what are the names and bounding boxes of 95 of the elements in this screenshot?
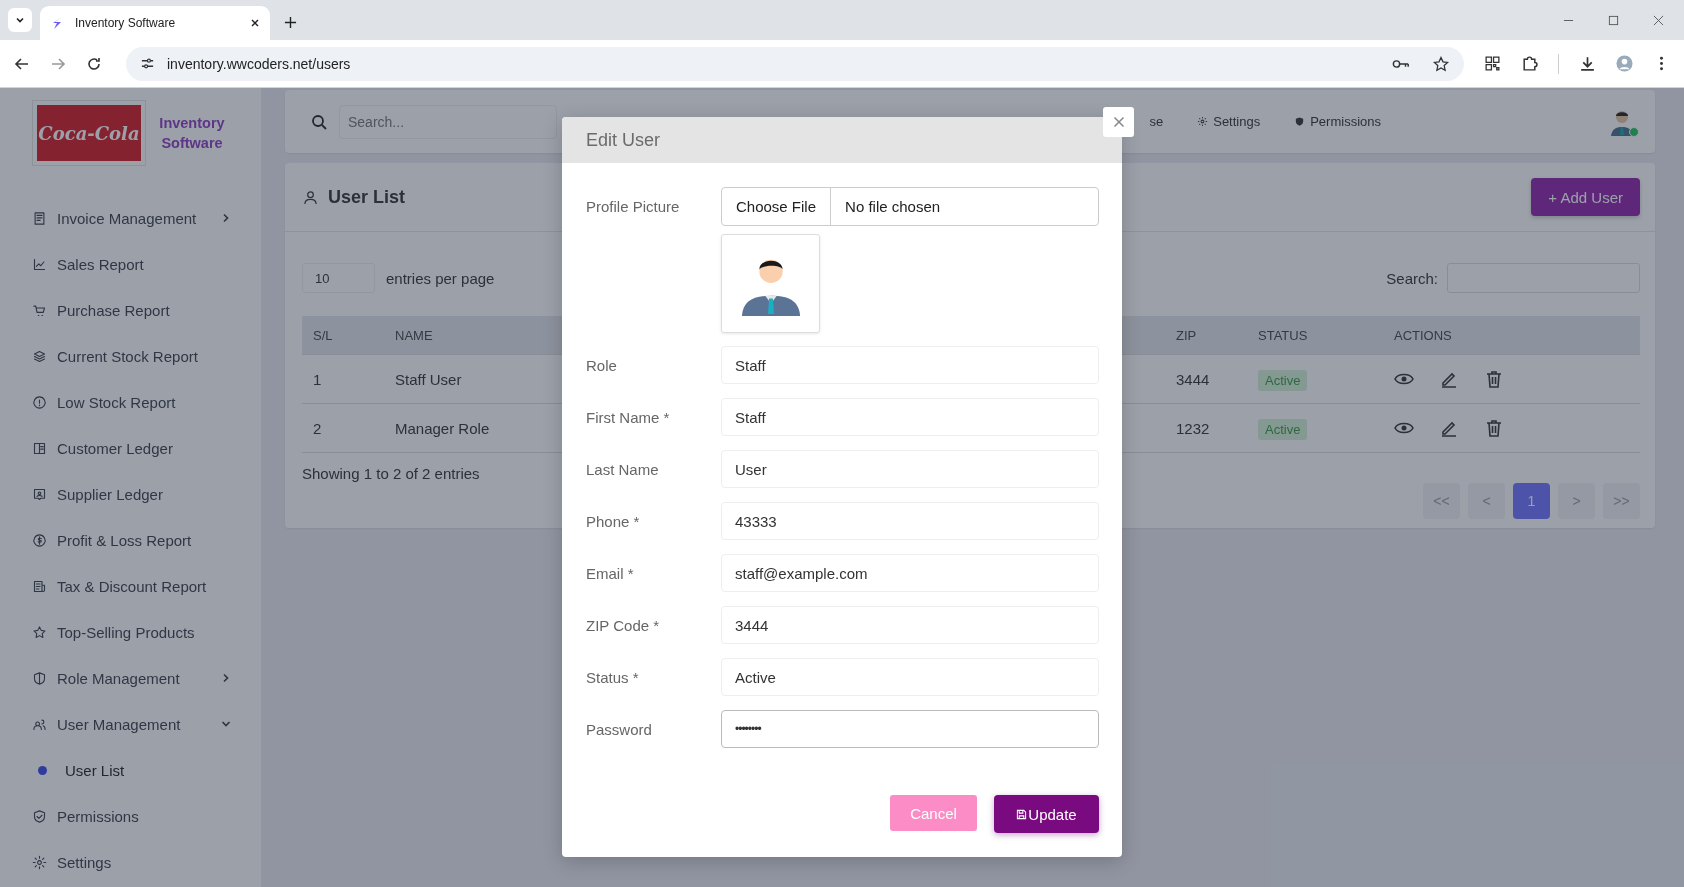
sidebar-subitem[interactable]: User List	[32, 747, 238, 793]
address-bar[interactable]: inventory.wwcoders.net/users	[126, 46, 1464, 81]
browser-tab[interactable]: Inventory Software	[40, 6, 270, 40]
column-header: ACTIONS	[1394, 327, 1453, 343]
line-chart-icon	[32, 256, 47, 272]
field-label: First Name *	[586, 408, 671, 426]
dialog-title: Edit User	[586, 129, 661, 151]
trash-icon[interactable]	[1484, 418, 1504, 438]
status-badge: Active	[1258, 418, 1308, 440]
file-input[interactable]: Choose File No file chosen	[721, 187, 1099, 226]
field-label: Status *	[586, 668, 640, 686]
status-badge: Active	[1258, 369, 1308, 391]
table-cell-text: 2	[313, 419, 323, 437]
sidebar-item[interactable]: User Management	[32, 701, 232, 747]
download-icon[interactable]	[1579, 55, 1596, 72]
star-icon[interactable]	[1432, 55, 1450, 72]
pagination-button[interactable]: 1	[1513, 483, 1550, 519]
search-icon[interactable]	[311, 113, 327, 130]
cart-icon	[32, 302, 47, 318]
sidebar-item[interactable]: Customer Ledger	[32, 425, 232, 471]
sidebar-item[interactable]: Permissions	[32, 793, 232, 839]
field-label: ZIP Code *	[586, 616, 661, 634]
input-field[interactable]: 3444	[721, 606, 1099, 644]
table-cell-text: 1232	[1176, 419, 1211, 437]
entries-label: entries per page	[386, 269, 496, 287]
nav-link[interactable]: Permissions	[1294, 114, 1381, 129]
sidebar-item[interactable]: Sales Report	[32, 241, 232, 287]
maximize-icon[interactable]	[1608, 15, 1619, 26]
layers-icon	[32, 348, 47, 364]
qr-code-icon[interactable]	[1484, 55, 1501, 72]
entries-summary: Showing 1 to 2 of 2 entries	[302, 465, 480, 482]
save-icon	[1016, 808, 1028, 820]
field-label: Profile Picture	[586, 198, 681, 215]
document-icon	[32, 210, 47, 226]
columns-icon	[32, 440, 47, 456]
url-text: inventory.wwcoders.net/users	[167, 55, 352, 72]
column-header: STATUS	[1258, 327, 1309, 343]
field-label: Password	[586, 720, 653, 738]
sidebar-item[interactable]: Current Stock Report	[32, 333, 232, 379]
shield-icon	[1294, 116, 1306, 127]
column-header: S/L	[313, 327, 334, 343]
table-cell-text: 1	[313, 370, 323, 388]
sidebar-item[interactable]: Supplier Ledger	[32, 471, 232, 517]
bullet-dot-icon	[38, 765, 47, 775]
sidebar-item[interactable]: Role Management	[32, 655, 232, 701]
plus-icon[interactable]	[284, 16, 297, 29]
close-icon[interactable]	[250, 18, 260, 28]
nav-link[interactable]: se	[1149, 114, 1164, 129]
tab-title: Inventory Software	[75, 16, 177, 30]
password-field[interactable]: ••••••••	[721, 710, 1099, 748]
card-title: User List	[328, 186, 406, 208]
shield-check-icon	[32, 808, 47, 824]
table-cell-text: Manager Role	[395, 419, 491, 437]
input-field[interactable]: User	[721, 450, 1099, 488]
site-settings-icon[interactable]	[140, 56, 155, 71]
input-field[interactable]: 43333	[721, 502, 1099, 540]
sidebar-item[interactable]: Invoice Management	[32, 195, 232, 241]
field-label: Role	[586, 356, 618, 374]
star-icon	[32, 624, 47, 640]
field-label: Email *	[586, 564, 635, 582]
sidebar-item[interactable]: Low Stock Report	[32, 379, 232, 425]
puzzle-icon[interactable]	[1521, 55, 1538, 72]
trash-icon[interactable]	[1484, 369, 1504, 389]
id-card-icon	[32, 486, 47, 502]
update-button[interactable]: Update	[994, 795, 1099, 833]
input-field[interactable]: Active	[721, 658, 1099, 696]
input-field[interactable]: staff@example.com	[721, 554, 1099, 592]
input-field[interactable]: Staff	[721, 398, 1099, 436]
add-user-button[interactable]: + Add User	[1531, 178, 1640, 216]
forward-arrow-icon[interactable]	[50, 55, 66, 72]
sidebar-item[interactable]: Top-Selling Products	[32, 609, 232, 655]
search-field[interactable]: Search...	[339, 104, 557, 139]
sidebar-item[interactable]: Settings	[32, 839, 232, 885]
shield-icon	[32, 670, 47, 686]
entries-select[interactable]: 10	[302, 263, 375, 293]
field-label: Last Name	[586, 460, 660, 478]
user-icon	[303, 189, 318, 205]
column-header: NAME	[395, 327, 434, 343]
back-arrow-icon[interactable]	[14, 55, 30, 72]
column-header: ZIP	[1176, 327, 1198, 343]
logo-text: Coca-Cola	[37, 105, 141, 161]
brand-name: Inventory Software	[158, 114, 226, 153]
sidebar-item[interactable]: Tax & Discount Report	[32, 563, 232, 609]
sidebar-item[interactable]: Purchase Report	[32, 287, 232, 333]
reload-icon[interactable]	[86, 55, 102, 72]
search-label: Search:	[1386, 269, 1438, 287]
receipt-icon	[32, 578, 47, 594]
input-field[interactable]: Staff	[721, 346, 1099, 384]
sidebar-item[interactable]: Profit & Loss Report	[32, 517, 232, 563]
table-cell-text: Staff User	[395, 370, 463, 388]
field-label: Phone *	[586, 512, 641, 530]
nav-link[interactable]: Settings	[1197, 114, 1261, 129]
close-icon	[1112, 116, 1125, 128]
table-cell-text: 3444	[1176, 370, 1211, 388]
tab-list-button[interactable]	[8, 8, 32, 32]
